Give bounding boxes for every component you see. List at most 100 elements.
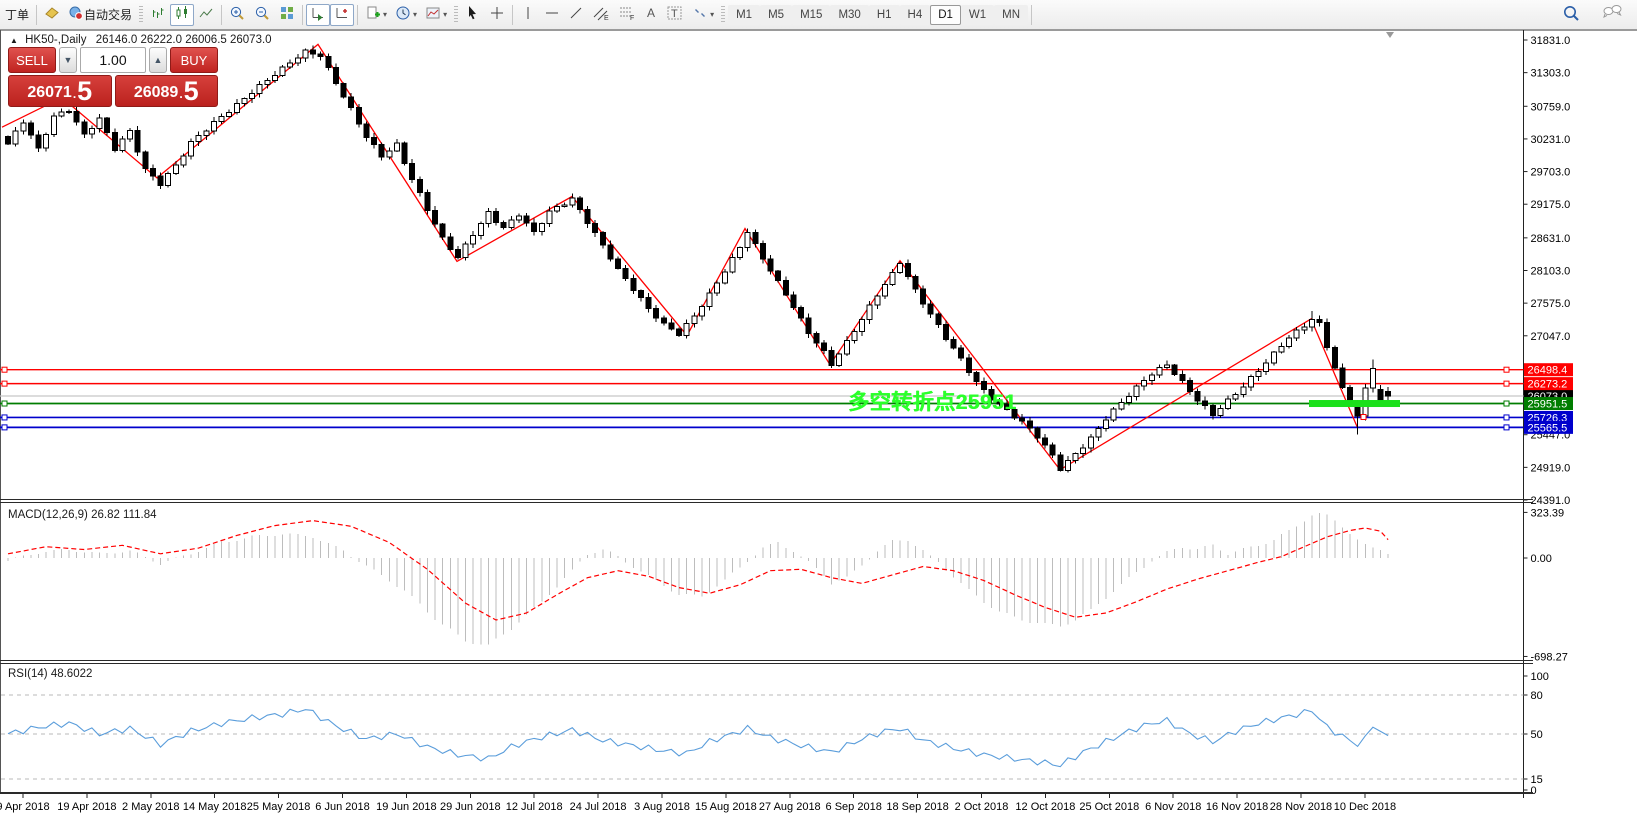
candle: [966, 358, 971, 372]
buy-price-dot: .: [179, 87, 182, 101]
candle: [1386, 391, 1391, 396]
candle: [448, 237, 453, 249]
candle: [280, 67, 285, 75]
candle: [1187, 381, 1192, 392]
candle: [21, 123, 26, 131]
candle: [387, 151, 392, 157]
svg-text:9 Apr 2018: 9 Apr 2018: [0, 801, 50, 813]
svg-text:24 Jul 2018: 24 Jul 2018: [570, 801, 627, 813]
svg-text:2 Oct 2018: 2 Oct 2018: [955, 801, 1009, 813]
candle: [112, 133, 117, 151]
candle: [227, 112, 232, 116]
candle: [181, 156, 186, 165]
candle: [768, 259, 773, 271]
candle: [867, 305, 872, 320]
candle: [135, 130, 140, 152]
candle: [1104, 420, 1109, 428]
sell-price-pips: 5: [77, 78, 92, 105]
candle: [547, 211, 552, 224]
line-handle[interactable]: [1504, 381, 1509, 386]
svg-text:14 May 2018: 14 May 2018: [183, 801, 247, 813]
candle: [928, 304, 933, 314]
chart-canvas[interactable]: 31831.031303.030759.030231.029703.029175…: [0, 0, 1637, 816]
svg-text:31303.0: 31303.0: [1531, 68, 1571, 80]
line-handle[interactable]: [1504, 367, 1509, 372]
candle: [1165, 365, 1170, 368]
candle: [417, 179, 422, 192]
candle: [837, 354, 842, 366]
candle: [860, 320, 865, 332]
candle: [638, 290, 643, 297]
sell-price-box[interactable]: 26071.5: [8, 75, 112, 107]
candle: [89, 129, 94, 135]
candle: [524, 216, 529, 223]
candle: [600, 233, 605, 245]
candle: [402, 143, 407, 163]
candle: [13, 131, 18, 144]
candle: [1081, 448, 1086, 454]
sell-button[interactable]: SELL: [8, 47, 56, 73]
candle: [806, 318, 811, 334]
candle: [616, 259, 621, 268]
svg-text:27 Aug 2018: 27 Aug 2018: [759, 801, 821, 813]
svg-text:16 Nov 2018: 16 Nov 2018: [1206, 801, 1268, 813]
candle: [921, 289, 926, 304]
candle: [943, 325, 948, 340]
chart-text-annotation[interactable]: 多空转折点25951: [848, 386, 1016, 416]
candle: [211, 121, 216, 130]
candle: [570, 198, 575, 205]
candle: [1378, 389, 1383, 401]
zigzag-handle[interactable]: [1361, 414, 1366, 419]
line-handle[interactable]: [1504, 415, 1509, 420]
candle: [1279, 347, 1284, 352]
svg-text:0: 0: [1531, 785, 1537, 797]
candle: [59, 112, 64, 116]
line-handle[interactable]: [2, 425, 7, 430]
buy-button[interactable]: BUY: [170, 47, 218, 73]
price-tag: 26498.4: [1524, 363, 1573, 377]
candle: [166, 174, 171, 186]
candle: [150, 168, 155, 176]
line-handle[interactable]: [2, 367, 7, 372]
svg-text:3 Aug 2018: 3 Aug 2018: [634, 801, 690, 813]
candle: [250, 93, 255, 98]
candle: [1172, 365, 1177, 375]
candle: [67, 111, 72, 112]
candle: [28, 123, 33, 135]
line-handle[interactable]: [1504, 425, 1509, 430]
candle: [1309, 319, 1314, 327]
mt4-terminal-window: 丁单 自动交易: [0, 0, 1637, 816]
candle: [1271, 352, 1276, 363]
candle: [1043, 438, 1048, 445]
buy-price-box[interactable]: 26089.5: [115, 75, 219, 107]
candle: [509, 220, 514, 228]
green-highlight-segment[interactable]: [1309, 400, 1400, 407]
candle: [677, 329, 682, 335]
candle: [562, 205, 567, 207]
candle: [463, 244, 468, 257]
candle: [814, 334, 819, 344]
svg-text:27575.0: 27575.0: [1531, 298, 1571, 310]
candle: [1340, 368, 1345, 388]
volume-decrease-button[interactable]: ▼: [59, 47, 77, 73]
svg-text:12 Oct 2018: 12 Oct 2018: [1015, 801, 1075, 813]
buy-price-pips: 5: [184, 78, 199, 105]
candle: [654, 308, 659, 318]
collapse-arrow-icon[interactable]: ▲: [10, 36, 18, 45]
candle: [1065, 460, 1070, 470]
line-handle[interactable]: [2, 415, 7, 420]
volume-input[interactable]: [80, 47, 146, 73]
line-handle[interactable]: [1504, 401, 1509, 406]
candle: [913, 276, 918, 288]
buy-price-main: 26089: [134, 83, 179, 103]
line-handle[interactable]: [2, 401, 7, 406]
candle: [288, 63, 293, 67]
svg-text:6 Nov 2018: 6 Nov 2018: [1145, 801, 1201, 813]
volume-increase-button[interactable]: ▲: [149, 47, 167, 73]
candle: [936, 314, 941, 325]
candle: [82, 122, 87, 134]
candle: [128, 130, 133, 139]
rsi-indicator-label: RSI(14) 48.6022: [8, 668, 92, 680]
svg-text:19 Apr 2018: 19 Apr 2018: [57, 801, 116, 813]
line-handle[interactable]: [2, 381, 7, 386]
